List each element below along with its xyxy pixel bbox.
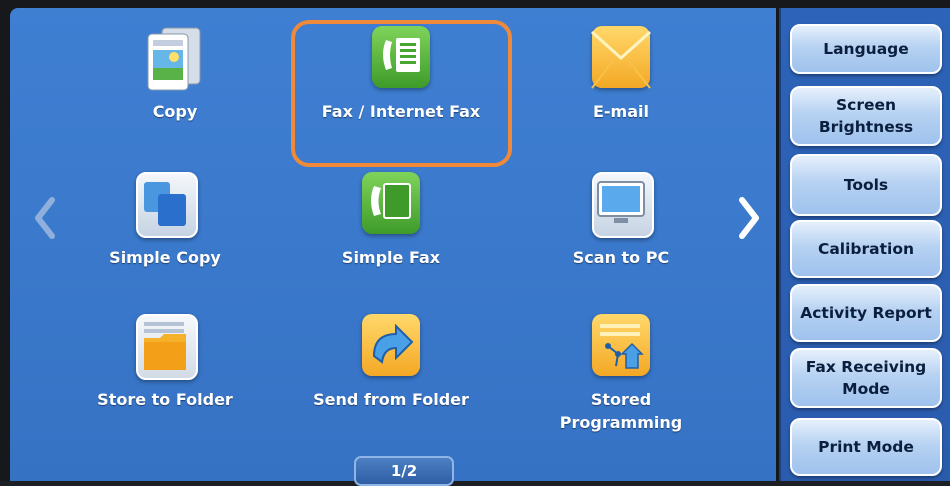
stored-programming-icon: [586, 312, 656, 382]
simple-copy-label: Simple Copy: [109, 248, 221, 267]
stored-programming-label: Stored Programming: [559, 390, 683, 432]
app-grid-panel: Copy Fax / Internet Fax E-mail Simple Co…: [10, 8, 776, 486]
monitor-icon: [586, 170, 656, 240]
envelope-icon: [586, 24, 656, 94]
simple-fax-icon: [356, 170, 426, 240]
fax-receiving-mode-button[interactable]: Fax Receiving Mode: [790, 348, 942, 408]
scan-to-pc-label: Scan to PC: [572, 248, 670, 267]
store-to-folder-app[interactable]: Store to Folder: [65, 312, 265, 411]
next-page-arrow[interactable]: [730, 188, 770, 248]
copy-app[interactable]: Copy: [75, 24, 275, 123]
device-screen: Copy Fax / Internet Fax E-mail Simple Co…: [0, 0, 950, 486]
language-button[interactable]: Language: [790, 24, 942, 74]
scan-to-pc-app[interactable]: Scan to PC: [521, 170, 721, 269]
print-mode-button[interactable]: Print Mode: [790, 418, 942, 476]
send-from-folder-app[interactable]: Send from Folder: [291, 312, 491, 411]
side-panel: Language Screen Brightness Tools Calibra…: [779, 8, 950, 481]
send-folder-icon: [356, 312, 426, 382]
simple-copy-icon: [130, 170, 200, 240]
tools-button[interactable]: Tools: [790, 154, 942, 216]
stored-programming-app[interactable]: Stored Programming: [521, 312, 721, 434]
copy-label: Copy: [152, 102, 198, 121]
fax-app[interactable]: Fax / Internet Fax: [301, 24, 501, 123]
fax-label: Fax / Internet Fax: [321, 102, 481, 121]
page-indicator: 1/2: [354, 456, 454, 486]
email-app[interactable]: E-mail: [521, 24, 721, 123]
previous-page-arrow[interactable]: [24, 188, 64, 248]
screen-brightness-button[interactable]: Screen Brightness: [790, 86, 942, 146]
activity-report-button[interactable]: Activity Report: [790, 284, 942, 342]
calibration-button[interactable]: Calibration: [790, 220, 942, 278]
email-label: E-mail: [592, 102, 649, 121]
simple-fax-app[interactable]: Simple Fax: [291, 170, 491, 269]
store-to-folder-label: Store to Folder: [97, 390, 233, 409]
simple-fax-label: Simple Fax: [341, 248, 441, 267]
folder-icon: [130, 312, 200, 382]
simple-copy-app[interactable]: Simple Copy: [65, 170, 265, 269]
fax-icon: [366, 24, 436, 94]
send-from-folder-label: Send from Folder: [313, 390, 469, 409]
copy-icon: [140, 24, 210, 94]
